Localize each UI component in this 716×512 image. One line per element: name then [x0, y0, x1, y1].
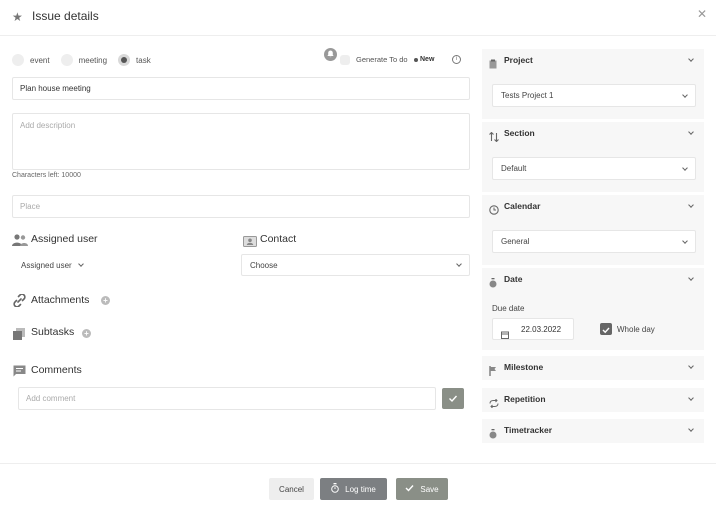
repeat-icon: [489, 395, 499, 413]
subtasks-heading: Subtasks: [31, 326, 75, 338]
attachments-heading: Attachments: [31, 294, 90, 306]
section-panel-header[interactable]: Section: [482, 122, 704, 146]
dialog-header: ★ Issue details ✕: [0, 0, 716, 36]
project-value: Tests Project 1: [501, 91, 554, 100]
submit-comment-button[interactable]: [442, 388, 464, 409]
radio-meeting[interactable]: meeting: [60, 54, 108, 66]
due-date-value: 22.03.2022: [521, 325, 562, 334]
radio-label-task: task: [136, 55, 151, 65]
timer-icon: [489, 275, 497, 293]
date-title: Date: [504, 274, 523, 284]
whole-day-checkbox[interactable]: [600, 323, 612, 335]
timetracker-panel-header[interactable]: Timetracker: [482, 419, 704, 443]
project-select[interactable]: Tests Project 1: [492, 84, 696, 107]
radio-label-meeting: meeting: [78, 55, 108, 65]
due-date-label: Due date: [492, 304, 525, 313]
contact-heading: Contact: [260, 233, 297, 245]
close-icon[interactable]: ✕: [697, 8, 707, 20]
characters-left: Characters left: 10000: [12, 172, 81, 179]
repetition-panel-header[interactable]: Repetition: [482, 388, 704, 412]
chevron-down-icon: [688, 129, 694, 135]
calendar-title: Calendar: [504, 201, 541, 211]
radio-label-event: event: [30, 55, 50, 65]
subtasks-icon: [13, 327, 25, 345]
add-subtask-button[interactable]: +: [82, 329, 91, 338]
bell-icon[interactable]: [324, 48, 337, 61]
radio-dot-selected[interactable]: [118, 54, 131, 66]
cancel-label: Cancel: [279, 484, 304, 494]
section-select[interactable]: Default: [492, 157, 696, 180]
assigned-user-value: Assigned user: [21, 260, 72, 270]
chevron-down-icon: [456, 261, 462, 267]
check-icon: [405, 484, 414, 494]
contact-value: Choose: [250, 260, 278, 270]
check-icon: [449, 395, 458, 403]
comment-icon: [13, 364, 26, 382]
paperclip-icon: [13, 293, 26, 312]
save-button[interactable]: Save: [396, 478, 448, 500]
calendar-value: General: [501, 237, 530, 246]
chevron-down-icon: [688, 426, 694, 432]
log-time-label: Log time: [345, 484, 376, 494]
milestone-title: Milestone: [504, 362, 544, 372]
place-input[interactable]: Place: [12, 195, 470, 218]
generate-todo-checkbox[interactable]: [340, 55, 350, 65]
chevron-down-icon: [688, 202, 694, 208]
section-title: Section: [504, 128, 535, 138]
assigned-user-select[interactable]: Assigned user: [13, 255, 91, 275]
title-input[interactable]: Plan house meeting: [12, 77, 470, 100]
calendar-select[interactable]: General: [492, 230, 696, 253]
milestone-panel-header[interactable]: Milestone: [482, 356, 704, 380]
radio-event[interactable]: event: [12, 54, 50, 66]
clipboard-icon: [489, 56, 497, 74]
info-icon[interactable]: i: [452, 55, 461, 64]
assigned-user-heading: Assigned user: [31, 233, 98, 245]
project-panel-header[interactable]: Project: [482, 49, 704, 73]
chevron-down-icon: [682, 91, 688, 98]
type-radio-group: event meeting task: [12, 53, 162, 67]
chevron-down-icon: [688, 363, 694, 369]
chevron-down-icon: [682, 237, 688, 244]
date-panel-header[interactable]: Date: [482, 268, 704, 292]
new-badge: New: [420, 56, 435, 63]
chevron-down-icon: [688, 395, 694, 401]
project-title: Project: [504, 55, 533, 65]
comment-input[interactable]: Add comment: [18, 387, 436, 410]
whole-day-label: Whole day: [617, 325, 655, 334]
chevron-down-icon: [688, 275, 694, 281]
save-label: Save: [420, 484, 439, 494]
footer-divider: [0, 463, 716, 464]
flag-icon: [489, 363, 497, 381]
repetition-title: Repetition: [504, 394, 546, 404]
generate-todo-label: Generate To do: [356, 55, 408, 64]
radio-task[interactable]: task: [118, 54, 151, 66]
add-attachment-button[interactable]: +: [101, 296, 110, 305]
stopwatch-icon: [331, 483, 339, 495]
checkmark-icon: [602, 327, 610, 334]
chevron-down-icon: [688, 56, 694, 62]
radio-dot[interactable]: [60, 54, 73, 66]
timetracker-title: Timetracker: [504, 425, 553, 435]
calendar-icon: [501, 326, 509, 344]
log-time-button[interactable]: Log time: [320, 478, 387, 500]
stopwatch-icon: [489, 426, 497, 444]
comments-heading: Comments: [31, 364, 82, 376]
section-value: Default: [501, 164, 527, 173]
contact-select[interactable]: Choose: [241, 254, 470, 276]
chevron-down-icon: [682, 164, 688, 171]
calendar-panel-header[interactable]: Calendar: [482, 195, 704, 219]
sort-icon: [489, 129, 499, 147]
radio-dot[interactable]: [12, 54, 24, 66]
page-title: Issue details: [32, 9, 99, 23]
users-icon: [12, 233, 28, 251]
due-date-input[interactable]: 22.03.2022: [492, 318, 574, 340]
cancel-button[interactable]: Cancel: [269, 478, 314, 500]
contact-card-icon: [243, 234, 257, 252]
new-badge-dot: [414, 58, 418, 62]
star-icon[interactable]: ★: [12, 11, 24, 23]
description-textarea[interactable]: Add description: [12, 113, 470, 170]
chevron-down-icon: [78, 261, 84, 267]
clock-icon: [489, 202, 499, 220]
